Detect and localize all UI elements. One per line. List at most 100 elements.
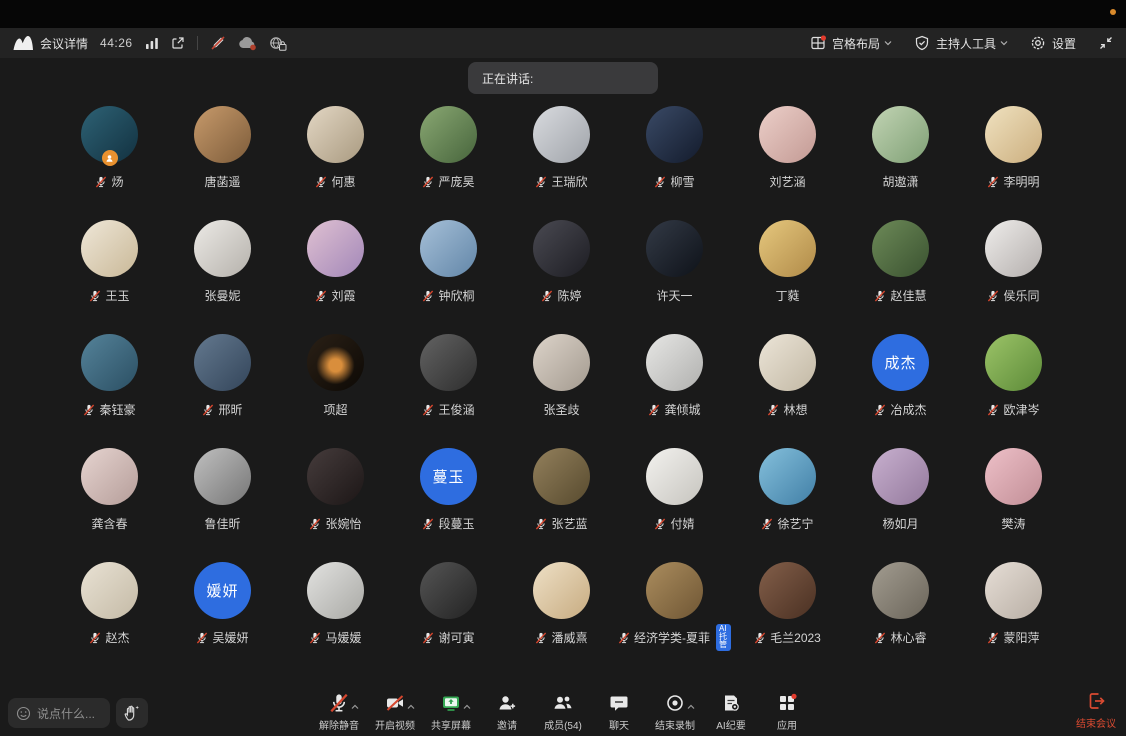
muted-mic-icon	[315, 290, 327, 302]
gear-icon	[1030, 35, 1046, 51]
toolbar-button-apps[interactable]: 应用	[762, 692, 812, 732]
participant-tile[interactable]: 林心睿	[844, 556, 957, 670]
participant-tile[interactable]: 谢可寅	[392, 556, 505, 670]
participant-tile[interactable]: 杨如月	[844, 442, 957, 556]
participant-tile[interactable]: 鲁佳昕	[166, 442, 279, 556]
chevron-up-icon[interactable]	[351, 697, 359, 715]
chevron-up-icon[interactable]	[687, 697, 695, 715]
host-tools-button[interactable]: 主持人工具	[914, 35, 1008, 52]
participant-tile[interactable]: 王俊涵	[392, 328, 505, 442]
participant-tile[interactable]: 何惠	[279, 100, 392, 214]
participant-tile[interactable]: 柳雪	[618, 100, 731, 214]
participant-tile[interactable]: 欧津岑	[957, 328, 1070, 442]
participant-name: 段蔓玉	[438, 515, 474, 532]
caption-disabled-icon[interactable]	[210, 35, 226, 51]
toolbar-button-ai-notes[interactable]: AI纪要	[706, 692, 756, 732]
participant-tile[interactable]: 王瑞欣	[505, 100, 618, 214]
participant-tile[interactable]: 秦钰豪	[53, 328, 166, 442]
participant-name: 吴媛妍	[212, 629, 248, 646]
collapse-window-button[interactable]	[1098, 35, 1114, 51]
participant-tile[interactable]: 毛兰2023	[731, 556, 844, 670]
participant-tile[interactable]: 龚倾城	[618, 328, 731, 442]
participant-name: 柳雪	[670, 173, 694, 190]
avatar	[194, 106, 251, 163]
participant-tile[interactable]: 徐艺宁	[731, 442, 844, 556]
meeting-details-button[interactable]: 会议详情	[40, 35, 88, 52]
participant-tile[interactable]: 成杰冶成杰	[844, 328, 957, 442]
participant-tile[interactable]: 张艺蓝	[505, 442, 618, 556]
participant-tile[interactable]: 蔓玉段蔓玉	[392, 442, 505, 556]
avatar	[646, 220, 703, 277]
participant-tile[interactable]: 赵杰	[53, 556, 166, 670]
participant-tile[interactable]: 龚含春	[53, 442, 166, 556]
participant-tile[interactable]: 侯乐同	[957, 214, 1070, 328]
participant-tile[interactable]: 马媛媛	[279, 556, 392, 670]
participant-tile[interactable]: 项超	[279, 328, 392, 442]
toolbar-button-stop-record[interactable]: 结束录制	[650, 692, 700, 732]
top-toolbar: 会议详情 44:26 宫格布局	[0, 28, 1126, 58]
participant-name-row: 邢昕	[202, 402, 242, 417]
participant-name: 秦钰豪	[99, 401, 135, 418]
participant-tile[interactable]: 李明明	[957, 100, 1070, 214]
participant-tile[interactable]: 潘威熹	[505, 556, 618, 670]
participant-tile[interactable]: 王玉	[53, 214, 166, 328]
participant-tile[interactable]: 炀	[53, 100, 166, 214]
toolbar-button-unmute[interactable]: 解除静音	[314, 692, 364, 732]
avatar-initials: 蔓玉	[432, 466, 464, 487]
participant-name: 刘艺涵	[769, 173, 805, 190]
settings-button[interactable]: 设置	[1030, 35, 1076, 52]
toolbar-button-members[interactable]: 成员(54)	[538, 692, 588, 732]
participant-name: 王玉	[105, 287, 129, 304]
participant-tile[interactable]: 丁蕤	[731, 214, 844, 328]
avatar	[759, 448, 816, 505]
toolbar-button-chat[interactable]: 聊天	[594, 692, 644, 732]
signal-strength-icon[interactable]	[145, 36, 159, 50]
camera-slash-icon	[385, 692, 405, 714]
interpretation-lock-icon[interactable]	[269, 36, 287, 51]
toolbar-button-invite[interactable]: 邀请	[482, 692, 532, 732]
participant-name-row: 项超	[323, 402, 347, 417]
cloud-recording-icon[interactable]	[238, 36, 257, 51]
participant-tile[interactable]: 付婧	[618, 442, 731, 556]
toolbar-button-share-screen[interactable]: 共享屏幕	[426, 692, 476, 732]
participant-name: 张婉怡	[325, 515, 361, 532]
participant-name-row: 胡遨潇	[882, 174, 918, 189]
participant-tile[interactable]: 唐菡遥	[166, 100, 279, 214]
toolbar-button-start-video[interactable]: 开启视频	[370, 692, 420, 732]
participant-tile[interactable]: 经济学类-夏菲AI托管	[618, 556, 731, 670]
avatar	[420, 334, 477, 391]
participant-tile[interactable]: 林想	[731, 328, 844, 442]
quick-chat-input[interactable]: 说点什么...	[8, 698, 110, 728]
muted-mic-icon	[654, 176, 666, 188]
participant-tile[interactable]: 严庞昊	[392, 100, 505, 214]
participant-tile[interactable]: 赵佳慧	[844, 214, 957, 328]
end-meeting-button[interactable]: 结束会议	[1076, 690, 1116, 730]
participant-name-row: 王玉	[89, 288, 129, 303]
participant-name-row: 王俊涵	[422, 402, 474, 417]
participant-name-row: 何惠	[315, 174, 355, 189]
exit-door-icon	[1086, 690, 1106, 712]
participant-tile[interactable]: 胡遨潇	[844, 100, 957, 214]
participant-name-row: 赵佳慧	[874, 288, 926, 303]
speaking-banner: 正在讲话:	[468, 62, 658, 94]
chevron-up-icon[interactable]	[407, 697, 415, 715]
participant-tile[interactable]: 刘霞	[279, 214, 392, 328]
participant-tile[interactable]: 钟欣桐	[392, 214, 505, 328]
participant-tile[interactable]: 陈婷	[505, 214, 618, 328]
participant-name: 龚倾城	[664, 401, 700, 418]
participant-tile[interactable]: 樊涛	[957, 442, 1070, 556]
chevron-up-icon[interactable]	[463, 697, 471, 715]
open-external-icon[interactable]	[171, 36, 185, 50]
grid-layout-button[interactable]: 宫格布局	[810, 35, 892, 52]
participant-name-row: 经济学类-夏菲AI托管	[618, 630, 731, 645]
participant-tile[interactable]: 邢昕	[166, 328, 279, 442]
participant-tile[interactable]: 张婉怡	[279, 442, 392, 556]
participant-tile[interactable]: 刘艺涵	[731, 100, 844, 214]
participant-name: 陈婷	[557, 287, 581, 304]
participant-tile[interactable]: 媛妍吴媛妍	[166, 556, 279, 670]
participant-tile[interactable]: 许天一	[618, 214, 731, 328]
participant-tile[interactable]: 张曼妮	[166, 214, 279, 328]
participant-tile[interactable]: 张圣歧	[505, 328, 618, 442]
raise-hand-button[interactable]	[116, 698, 148, 728]
participant-tile[interactable]: 蒙阳萍	[957, 556, 1070, 670]
